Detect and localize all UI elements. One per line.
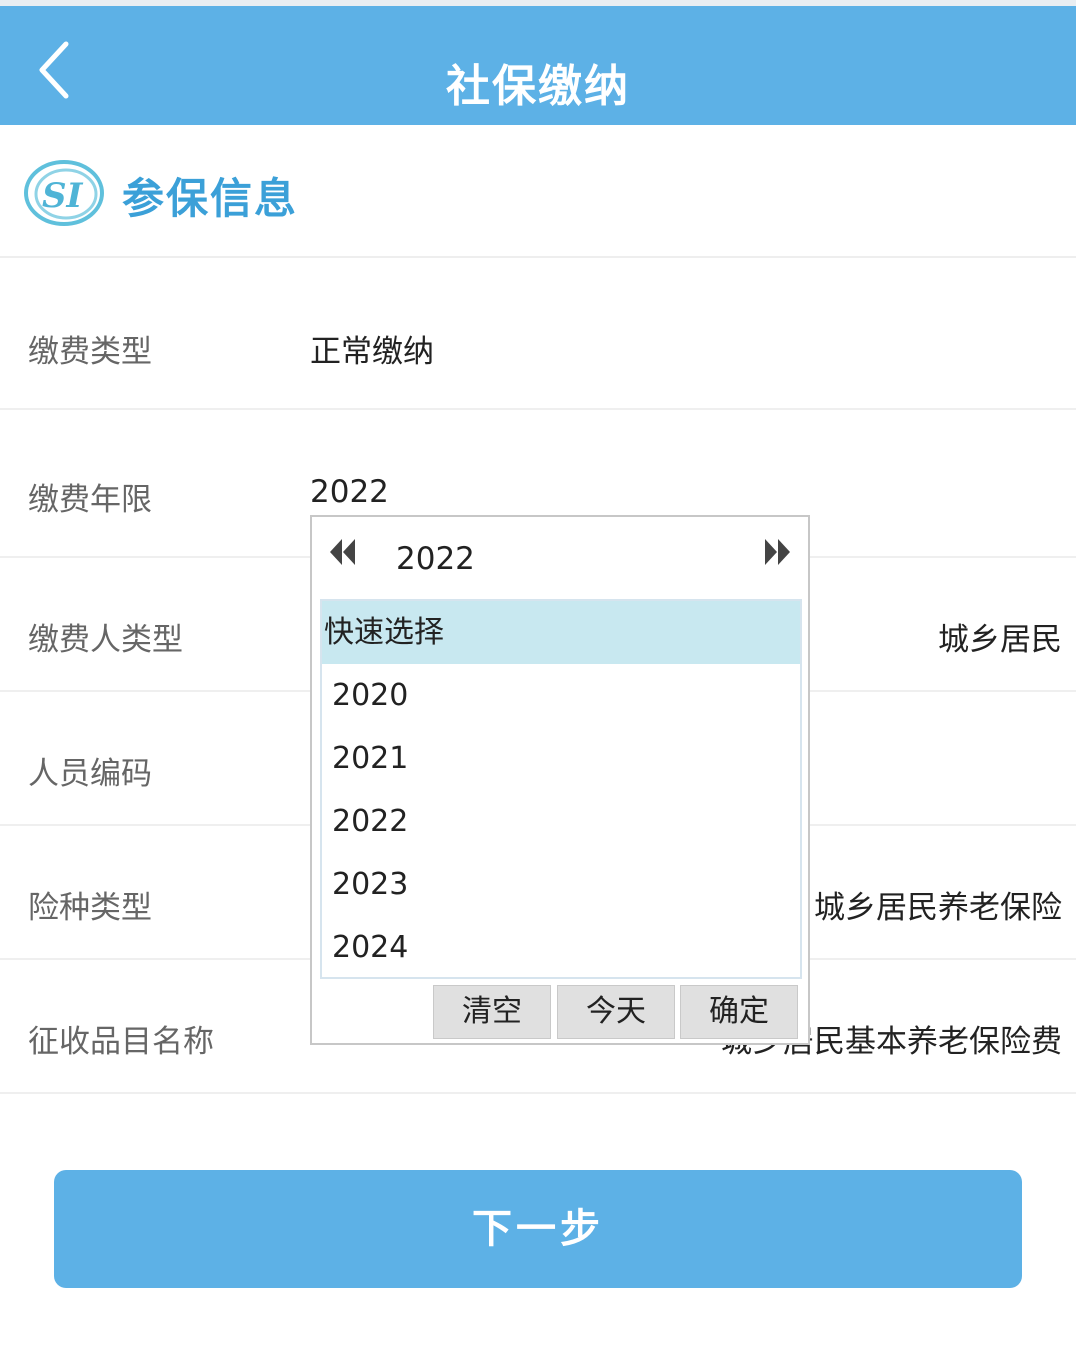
section-header: SI 参保信息 [0,125,1076,258]
year-option-2020[interactable]: 2020 [322,664,800,727]
social-insurance-logo-icon: SI [24,160,104,226]
clear-button[interactable]: 清空 [433,985,551,1039]
today-button[interactable]: 今天 [557,985,675,1039]
logo-text: SI [42,176,84,216]
previous-year-button[interactable] [326,535,360,569]
picker-current-year: 2022 [396,541,475,577]
payer-type-value: 城乡居民 [938,622,1062,658]
insurance-type-label: 险种类型 [28,890,152,926]
page-title: 社保缴纳 [446,61,630,112]
confirm-button[interactable]: 确定 [680,985,798,1039]
payment-type-value: 正常缴纳 [310,334,434,370]
person-code-label: 人员编码 [28,756,152,792]
year-option-2024[interactable]: 2024 [322,916,800,979]
page: 社保缴纳 SI 参保信息 缴费类型 正常缴纳 缴费年限 2022 缴费人类型 城… [0,0,1076,1364]
section-title: 参保信息 [122,174,299,223]
year-option-2022[interactable]: 2022 [322,790,800,853]
year-picker-footer: 清空 今天 确定 [312,983,808,1041]
quick-select-item[interactable]: 快速选择 [322,601,800,664]
form-row-payment-type: 缴费类型 正常缴纳 [0,260,1076,410]
collection-item-label: 征收品目名称 [28,1024,214,1060]
year-picker-header: 2022 [312,517,808,599]
payer-type-label: 缴费人类型 [28,622,183,658]
payment-year-label: 缴费年限 [28,482,152,518]
insurance-type-value: 城乡居民养老保险 [814,890,1062,926]
top-bar: 社保缴纳 [0,0,1076,125]
next-year-button[interactable] [760,535,794,569]
double-right-arrow-icon [765,539,790,565]
year-option-2023[interactable]: 2023 [322,853,800,916]
payment-type-label: 缴费类型 [28,334,152,370]
year-picker: 2022 快速选择 2020 2021 2022 2023 2024 清空 今天… [310,515,810,1045]
double-left-arrow-icon [330,539,355,565]
year-list: 快速选择 2020 2021 2022 2023 2024 [320,599,802,979]
year-option-2021[interactable]: 2021 [322,727,800,790]
next-step-button[interactable]: 下一步 [54,1170,1022,1288]
payment-year-value[interactable]: 2022 [310,474,389,510]
